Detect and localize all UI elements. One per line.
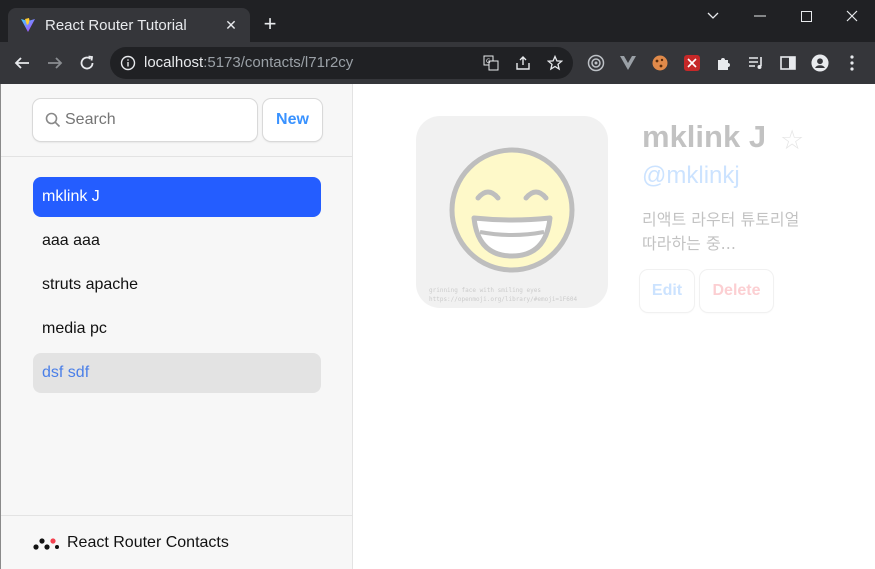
grinning-face-icon <box>449 147 575 273</box>
url-host: localhost <box>144 54 204 71</box>
react-router-logo-icon <box>33 538 59 550</box>
contact-detail: grinning face with smiling eyes https://… <box>416 116 836 316</box>
contact-link-pending[interactable]: dsf sdf <box>33 353 321 393</box>
search-box[interactable] <box>33 99 257 141</box>
contact-link-active[interactable]: mklink J <box>33 177 321 217</box>
sidebar: New mklink J aaa aaa struts apache media… <box>0 84 353 569</box>
site-info-icon[interactable] <box>120 55 136 71</box>
contact-link[interactable]: aaa aaa <box>33 221 321 261</box>
url-text: localhost:5173/contacts/l71r2cy <box>144 54 353 71</box>
vite-favicon-icon <box>21 18 35 32</box>
search-input[interactable] <box>65 99 251 141</box>
browser-tab-strip: React Router Tutorial ✕ + <box>0 0 875 42</box>
footer-title: React Router Contacts <box>67 534 229 551</box>
bookmark-star-icon[interactable] <box>546 54 564 72</box>
window-minimize-icon[interactable] <box>737 0 783 32</box>
delete-button[interactable]: Delete <box>700 270 773 312</box>
reload-icon[interactable] <box>75 51 99 75</box>
twitter-link[interactable]: @mklinkj <box>642 162 740 190</box>
window-maximize-icon[interactable] <box>783 0 829 32</box>
extension-vue-icon[interactable] <box>619 54 637 72</box>
profile-avatar-icon[interactable] <box>811 54 829 72</box>
contact-avatar: grinning face with smiling eyes https://… <box>416 116 608 308</box>
contact-notes: 리액트 라우터 튜토리얼 따라하는 중... <box>642 210 800 253</box>
sidebar-footer: React Router Contacts <box>1 515 353 569</box>
contact-link[interactable]: struts apache <box>33 265 321 305</box>
new-tab-icon[interactable]: + <box>260 13 280 35</box>
contact-link[interactable]: media pc <box>33 309 321 349</box>
extensions-puzzle-icon[interactable] <box>715 54 733 72</box>
avatar-caption-line2: https://openmoji.org/library/#emoji=1F60… <box>429 296 578 303</box>
svg-text:G: G <box>486 58 491 65</box>
new-contact-button[interactable]: New <box>263 99 322 141</box>
window-close-icon[interactable] <box>829 0 875 32</box>
share-icon[interactable] <box>514 54 532 72</box>
contact-list: mklink J aaa aaa struts apache media pc … <box>33 177 321 397</box>
edit-button[interactable]: Edit <box>640 270 694 312</box>
browser-menu-icon[interactable] <box>843 54 861 72</box>
url-path: :5173/contacts/l71r2cy <box>203 54 354 71</box>
browser-tab[interactable]: React Router Tutorial ✕ <box>8 8 250 42</box>
sidebar-divider <box>1 156 353 157</box>
extension-target-icon[interactable] <box>587 54 605 72</box>
tab-close-icon[interactable]: ✕ <box>222 16 240 34</box>
side-panel-icon[interactable] <box>779 54 797 72</box>
media-queue-icon[interactable] <box>747 54 765 72</box>
browser-toolbar: localhost:5173/contacts/l71r2cy G <box>0 42 875 84</box>
favorite-star-icon[interactable]: ☆ <box>780 125 804 156</box>
avatar-caption-line1: grinning face with smiling eyes <box>429 287 541 294</box>
tab-title: React Router Tutorial <box>45 17 187 34</box>
search-icon <box>45 112 61 128</box>
page-content: New mklink J aaa aaa struts apache media… <box>0 84 875 569</box>
tab-search-chevron-icon[interactable] <box>690 0 736 32</box>
extension-red-badge-icon[interactable] <box>683 54 701 72</box>
avatar-caption: grinning face with smiling eyes https://… <box>429 286 577 304</box>
address-bar[interactable]: localhost:5173/contacts/l71r2cy G <box>110 47 573 79</box>
translate-icon[interactable]: G <box>482 54 500 72</box>
contact-name: mklink J <box>642 119 767 154</box>
forward-arrow-icon[interactable] <box>43 51 67 75</box>
extension-cookie-icon[interactable] <box>651 54 669 72</box>
back-arrow-icon[interactable] <box>10 51 34 75</box>
